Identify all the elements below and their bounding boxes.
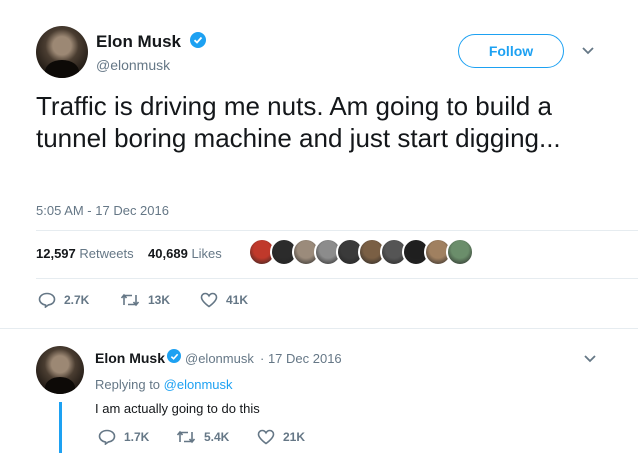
tweet-stats: 12,597 Retweets 40,689 Likes — [36, 246, 222, 261]
retweet-action[interactable]: 13K — [120, 292, 170, 308]
likes-count: 40,689 — [148, 246, 188, 261]
author-name[interactable]: Elon Musk — [96, 32, 181, 52]
like-count: 41K — [226, 293, 249, 307]
retweet-count: 5.4K — [204, 430, 230, 444]
like-count: 21K — [283, 430, 306, 444]
divider — [36, 278, 638, 279]
like-icon — [200, 292, 218, 308]
tweet-text: Traffic is driving me nuts. Am going to … — [36, 91, 561, 153]
retweet-icon — [120, 293, 140, 307]
chevron-down-icon[interactable] — [581, 46, 595, 56]
reply-icon — [98, 429, 116, 445]
chevron-down-icon[interactable] — [583, 354, 597, 364]
reply-author-handle[interactable]: @elonmusk — [185, 351, 254, 366]
verified-badge-icon — [167, 349, 181, 363]
replying-prefix: Replying to — [95, 377, 161, 392]
retweets-stat[interactable]: 12,597 Retweets — [36, 246, 134, 261]
retweet-count: 13K — [148, 293, 171, 307]
replying-handle-link[interactable]: @elonmusk — [164, 377, 233, 392]
divider — [36, 230, 638, 231]
like-action[interactable]: 21K — [257, 429, 305, 445]
verified-badge-icon — [190, 32, 206, 48]
likes-stat[interactable]: 40,689 Likes — [148, 246, 222, 261]
reply-icon — [38, 292, 56, 308]
retweet-icon — [176, 430, 196, 444]
retweet-action[interactable]: 5.4K — [176, 429, 229, 445]
reply-action[interactable]: 2.7K — [38, 292, 89, 308]
reply-date[interactable]: · 17 Dec 2016 — [260, 351, 342, 366]
like-action[interactable]: 41K — [200, 292, 248, 308]
thread-line — [59, 402, 62, 453]
retweets-label: Retweets — [79, 246, 134, 261]
reply-count: 1.7K — [124, 430, 150, 444]
like-icon — [257, 429, 275, 445]
reply-action[interactable]: 1.7K — [98, 429, 149, 445]
replying-to: Replying to @elonmusk — [95, 377, 233, 392]
reply-count: 2.7K — [64, 293, 90, 307]
liker-avatar[interactable] — [446, 238, 474, 266]
reply-author-avatar[interactable] — [36, 346, 84, 394]
divider — [0, 328, 638, 329]
reply-text: I am actually going to do this — [95, 401, 260, 416]
likes-label: Likes — [191, 246, 222, 261]
reply-author-name[interactable]: Elon Musk — [95, 350, 165, 366]
retweets-count: 12,597 — [36, 246, 76, 261]
follow-button[interactable]: Follow — [458, 34, 564, 68]
liker-avatars — [248, 238, 474, 266]
author-handle[interactable]: @elonmusk — [96, 57, 170, 73]
tweet-timestamp[interactable]: 5:05 AM - 17 Dec 2016 — [36, 203, 169, 218]
author-avatar[interactable] — [36, 26, 88, 78]
